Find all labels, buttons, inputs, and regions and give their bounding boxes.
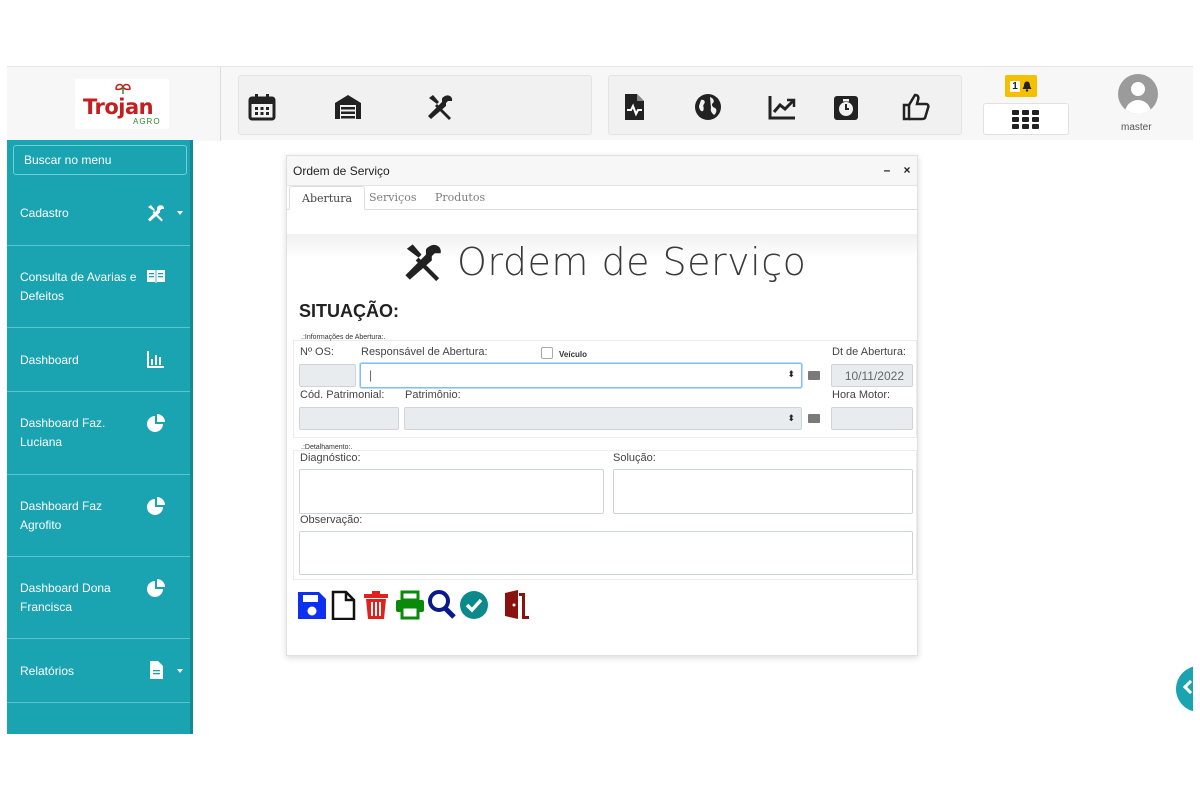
calendar-icon[interactable] bbox=[245, 90, 279, 124]
apps-grid-button[interactable] bbox=[983, 103, 1069, 135]
dialog-header: Ordem de Serviço – × bbox=[287, 156, 917, 186]
toolbar-left-group bbox=[238, 75, 592, 135]
file-medical-icon[interactable] bbox=[617, 90, 651, 124]
user-name: master bbox=[1121, 122, 1152, 133]
globe-icon[interactable] bbox=[691, 90, 725, 124]
select-arrows-icon: ⬍ bbox=[787, 369, 795, 379]
sidebar-item-cadastro[interactable]: Cadastro bbox=[7, 181, 190, 246]
sidebar: Buscar no menu Cadastro Consulta de Avar… bbox=[7, 140, 193, 734]
sidebar-item-label: Dashboard Dona Francisca bbox=[20, 581, 111, 614]
notification-count: 1 bbox=[1010, 80, 1020, 92]
tab-abertura[interactable]: Abertura bbox=[289, 186, 366, 210]
tab-produtos[interactable]: Produtos bbox=[423, 186, 497, 210]
bell-icon bbox=[1022, 81, 1032, 92]
print-icon[interactable] bbox=[395, 588, 425, 620]
tools-icon[interactable] bbox=[423, 90, 457, 124]
diagnostico-label: Diagnóstico: bbox=[300, 452, 361, 464]
user-avatar[interactable] bbox=[1118, 74, 1158, 114]
file-icon bbox=[145, 660, 167, 680]
sidebar-item-dashboard[interactable]: Dashboard bbox=[7, 328, 190, 392]
chevron-down-icon bbox=[177, 211, 183, 215]
solucao-textarea[interactable] bbox=[613, 469, 913, 514]
sidebar-item-label: Consulta de Avarias e Defeitos bbox=[20, 270, 137, 303]
save-icon[interactable] bbox=[297, 588, 327, 620]
solucao-label: Solução: bbox=[613, 452, 656, 464]
logo-leaf-icon bbox=[115, 83, 131, 94]
patrimonio-select[interactable]: ⬍ bbox=[404, 407, 802, 430]
patrimonio-lookup-button[interactable] bbox=[808, 414, 820, 423]
hora-motor-label: Hora Motor: bbox=[832, 389, 891, 401]
dt-abertura-label: Dt de Abertura: bbox=[832, 346, 906, 358]
sidebar-item-label: Relatórios bbox=[20, 664, 75, 678]
pie-chart-icon bbox=[145, 578, 167, 598]
brand-name: Trojan bbox=[83, 95, 154, 119]
tools-icon bbox=[145, 203, 167, 223]
cod-patrimonial-field[interactable] bbox=[299, 407, 399, 430]
warehouse-icon[interactable] bbox=[331, 90, 365, 124]
chart-line-icon[interactable] bbox=[765, 90, 799, 124]
responsavel-value: | bbox=[369, 368, 373, 382]
sidebar-item-consulta-avarias[interactable]: Consulta de Avarias e Defeitos bbox=[7, 246, 190, 328]
bar-chart-icon bbox=[145, 349, 167, 369]
num-os-field[interactable] bbox=[299, 364, 356, 387]
dialog-banner: Ordem de Serviço bbox=[287, 234, 917, 294]
sidebar-item-dashboard-faz-luciana[interactable]: Dashboard Faz. Luciana bbox=[7, 392, 190, 475]
cod-patrimonial-label: Cód. Patrimonial: bbox=[300, 389, 385, 401]
dt-abertura-field[interactable]: 10/11/2022 bbox=[831, 364, 913, 387]
exit-icon[interactable] bbox=[501, 588, 531, 620]
observacao-label: Observação: bbox=[300, 514, 363, 526]
patrimonio-label: Patrimônio: bbox=[405, 389, 461, 401]
toolbar-right-group bbox=[608, 75, 962, 135]
brand-logo[interactable]: Trojan AGRO bbox=[75, 79, 169, 129]
dialog-title: Ordem de Serviço bbox=[293, 164, 390, 178]
sidebar-item-label: Dashboard bbox=[20, 353, 79, 367]
delete-icon[interactable] bbox=[361, 588, 391, 620]
sidebar-item-label: Cadastro bbox=[20, 206, 69, 220]
thumbs-up-icon[interactable] bbox=[899, 90, 933, 124]
veiculo-label: Veículo bbox=[559, 350, 588, 359]
abertura-section-title: .:Informações de Abertura:. bbox=[301, 334, 386, 341]
new-file-icon[interactable] bbox=[329, 588, 359, 621]
dialog-tabs: Abertura Serviços Produtos bbox=[287, 186, 917, 210]
chevron-left-icon bbox=[1182, 679, 1193, 695]
service-order-dialog: Ordem de Serviço – × Abertura Serviços P… bbox=[286, 155, 918, 656]
minimize-button[interactable]: – bbox=[879, 163, 895, 179]
sidebar-item-dashboard-dona-francisca[interactable]: Dashboard Dona Francisca bbox=[7, 557, 190, 639]
top-bar: Trojan AGRO 1 master bbox=[7, 66, 1193, 141]
pie-chart-icon bbox=[145, 496, 167, 516]
pie-chart-icon bbox=[145, 413, 167, 433]
brand-sub: AGRO bbox=[133, 117, 161, 126]
veiculo-checkbox[interactable] bbox=[541, 347, 553, 359]
sidebar-item-relatorios[interactable]: Relatórios bbox=[7, 639, 190, 703]
diagnostico-textarea[interactable] bbox=[299, 469, 604, 514]
tools-icon bbox=[405, 244, 441, 282]
hora-motor-field[interactable] bbox=[831, 407, 913, 430]
collapse-panel-button[interactable] bbox=[1176, 666, 1193, 712]
menu-search-input[interactable]: Buscar no menu bbox=[13, 145, 187, 175]
num-os-label: Nº OS: bbox=[300, 346, 334, 358]
observacao-textarea[interactable] bbox=[299, 531, 913, 575]
sidebar-item-label: Dashboard Faz. Luciana bbox=[20, 416, 106, 449]
close-button[interactable]: × bbox=[899, 163, 915, 179]
tab-servicos[interactable]: Serviços bbox=[357, 186, 428, 210]
responsavel-select[interactable]: | ⬍ bbox=[360, 363, 802, 388]
banner-title: Ordem de Serviço bbox=[457, 240, 807, 284]
sidebar-item-dashboard-faz-agrofito[interactable]: Dashboard Faz Agrofito bbox=[7, 475, 190, 557]
logo-area: Trojan AGRO bbox=[7, 67, 221, 141]
detalhamento-section-title: .:Detalhamento:. bbox=[301, 444, 353, 451]
sidebar-item-label: Dashboard Faz Agrofito bbox=[20, 499, 103, 532]
app-frame: Trojan AGRO 1 master Buscar no menu Cada… bbox=[7, 66, 1193, 734]
chevron-down-icon bbox=[177, 669, 183, 673]
search-icon[interactable] bbox=[427, 588, 457, 620]
select-arrows-icon: ⬍ bbox=[787, 413, 795, 423]
situacao-label: SITUAÇÃO: bbox=[299, 301, 399, 321]
responsavel-lookup-button[interactable] bbox=[808, 371, 820, 380]
stopwatch-icon[interactable] bbox=[829, 90, 863, 124]
book-icon bbox=[145, 266, 167, 286]
notification-badge[interactable]: 1 bbox=[1005, 75, 1037, 97]
responsavel-label: Responsável de Abertura: bbox=[361, 346, 488, 358]
confirm-icon[interactable] bbox=[459, 588, 489, 620]
